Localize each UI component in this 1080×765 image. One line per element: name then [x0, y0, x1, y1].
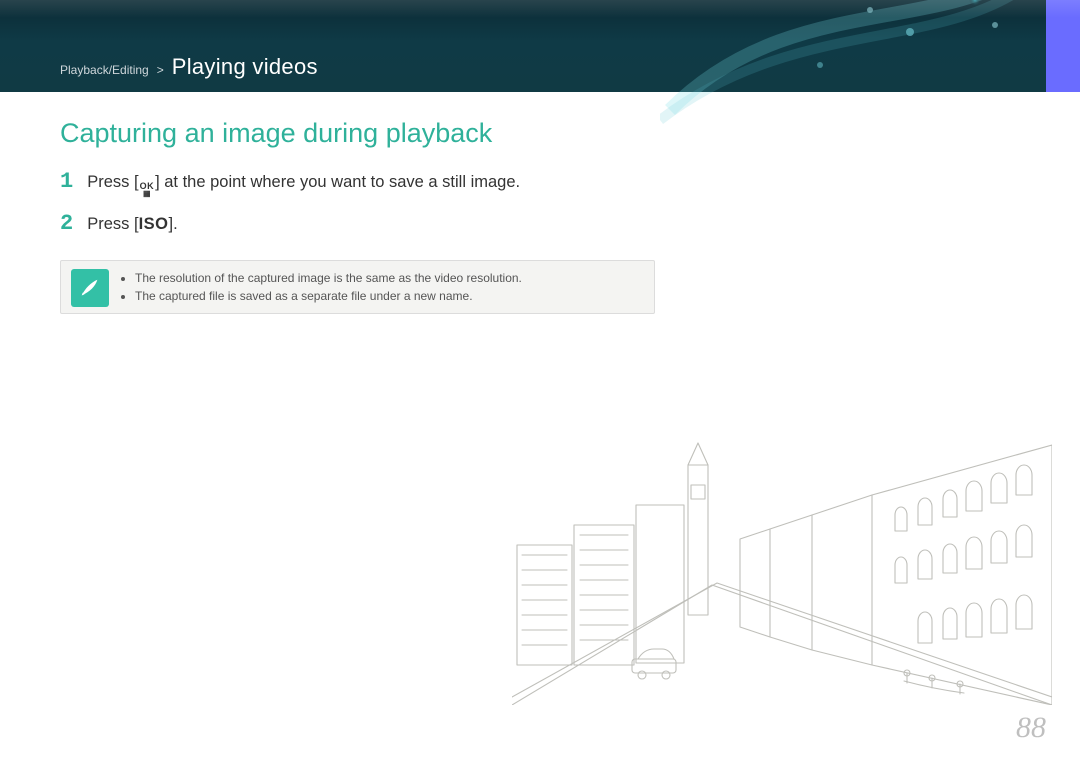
content: Capturing an image during playback 1 Pre…	[60, 118, 680, 314]
ok-button-icon: OK▦	[139, 182, 156, 197]
note-box: The resolution of the captured image is …	[60, 260, 655, 314]
note-item: The resolution of the captured image is …	[135, 269, 642, 287]
page: Playback/Editing > Playing videos Captur…	[0, 0, 1080, 765]
step-text: Press [ISO].	[87, 213, 177, 235]
pen-icon	[71, 269, 109, 307]
breadcrumb-section: Playback/Editing	[60, 63, 149, 77]
side-accent	[1046, 0, 1080, 92]
step-2: 2 Press [ISO].	[60, 213, 680, 235]
note-list: The resolution of the captured image is …	[121, 269, 642, 305]
header-band: Playback/Editing > Playing videos	[0, 0, 1080, 92]
page-title: Capturing an image during playback	[60, 118, 680, 149]
step-2-text-post: ].	[169, 215, 178, 233]
step-2-text-pre: Press [	[87, 215, 138, 233]
page-number: 88	[1016, 711, 1046, 745]
step-1: 1 Press [OK▦] at the point where you wan…	[60, 171, 680, 197]
step-1-text-post: ] at the point where you want to save a …	[155, 173, 520, 191]
steps-list: 1 Press [OK▦] at the point where you wan…	[60, 171, 680, 236]
step-number: 2	[60, 213, 73, 235]
step-number: 1	[60, 171, 73, 193]
decorative-swirl	[660, 0, 1020, 130]
step-text: Press [OK▦] at the point where you want …	[87, 171, 520, 197]
breadcrumb: Playback/Editing > Playing videos	[60, 54, 318, 80]
chevron-right-icon: >	[155, 63, 166, 77]
note-item: The captured file is saved as a separate…	[135, 287, 642, 305]
breadcrumb-title: Playing videos	[172, 54, 318, 80]
iso-label: ISO	[139, 215, 169, 233]
step-1-text-pre: Press [	[87, 173, 138, 191]
city-illustration	[512, 405, 1052, 705]
grid-icon: ▦	[143, 190, 151, 197]
